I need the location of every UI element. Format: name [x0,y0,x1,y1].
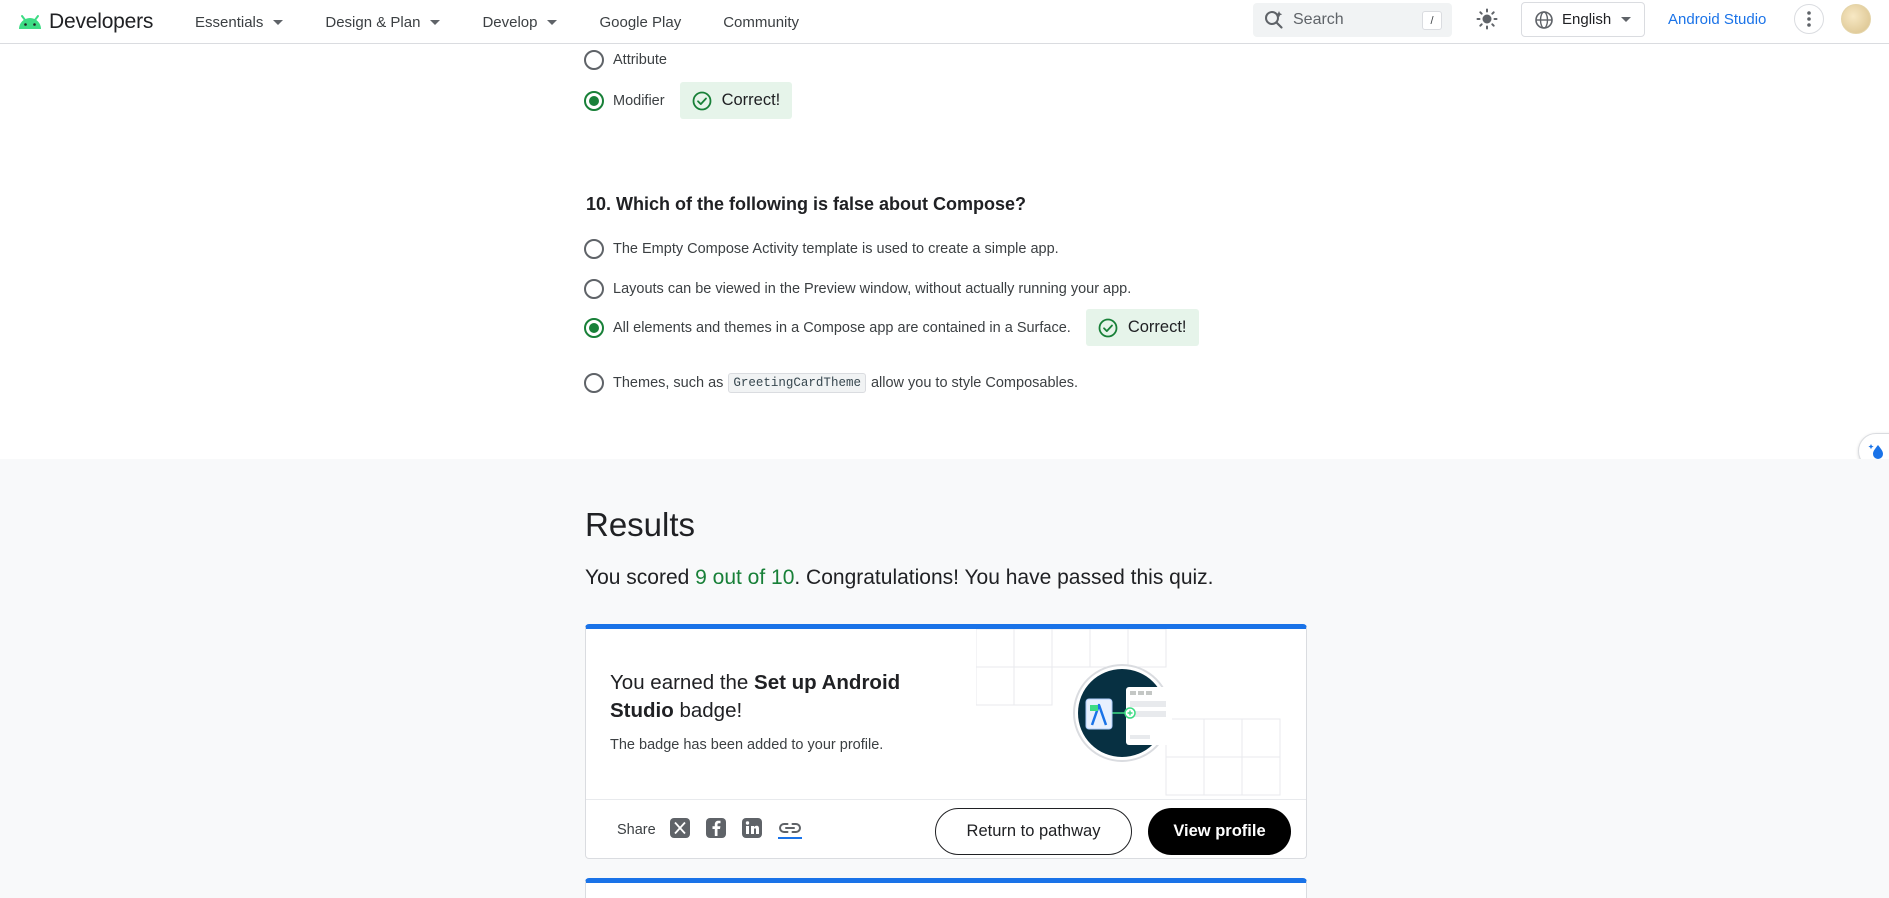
option-label: The Empty Compose Activity template is u… [613,241,1059,257]
language-selector[interactable]: English [1521,2,1645,37]
correct-feedback: Correct! [679,82,793,119]
android-studio-link[interactable]: Android Studio [1668,11,1766,28]
feedback-text: Correct! [721,91,781,109]
nav-essentials-label: Essentials [195,13,264,31]
nav-develop-label: Develop [482,13,538,31]
sun-icon [1476,8,1498,30]
link-icon[interactable] [778,817,802,839]
correct-feedback: Correct! [1085,309,1199,346]
user-avatar[interactable] [1841,4,1871,34]
code-snippet: GreetingCardTheme [728,373,866,393]
option-1[interactable]: The Empty Compose Activity template is u… [584,239,1059,259]
option-label: Attribute [613,52,667,68]
option-attribute[interactable]: Attribute [584,50,667,70]
option-4[interactable]: Themes, such as GreetingCardTheme allow … [584,373,1078,393]
language-label: English [1562,11,1612,28]
question-text: Which of the following is false about Co… [616,194,1027,214]
nav-google-play-label: Google Play [599,13,682,31]
top-navigation-bar: Developers Essentials Design & Plan Deve… [0,0,1889,44]
question-title: 10. Which of the following is false abou… [586,194,1026,215]
view-profile-button[interactable]: View profile [1148,808,1291,855]
chevron-down-icon [1621,17,1632,22]
more-vert-icon [1807,11,1811,27]
globe-icon [1535,10,1553,29]
radio-button[interactable] [584,239,604,259]
earned-prefix: You earned the [610,671,755,694]
radio-button[interactable] [584,373,604,393]
badge-added-text: The badge has been added to your profile… [610,737,884,753]
check-circle-icon [1098,318,1118,337]
share-label: Share [617,822,656,838]
nav-community[interactable]: Community [723,0,799,44]
score-summary: You scored 9 out of 10. Congratulations!… [585,566,1214,590]
search-icon [1265,11,1283,29]
question-number: 10. [586,194,612,214]
nav-community-label: Community [723,13,800,31]
badge-card-footer: Share Return to pathway View profile [586,799,1306,858]
score-suffix: . Congratulations! You have passed this … [794,566,1214,589]
badge-earned-text: You earned the Set up Android Studio bad… [610,669,910,725]
more-options-button[interactable] [1794,4,1824,34]
nav-essentials[interactable]: Essentials [195,0,284,44]
score-prefix: You scored [585,566,696,589]
results-title: Results [585,506,696,543]
option-modifier[interactable]: Modifier Correct! [584,82,793,119]
radio-button[interactable] [584,50,604,70]
option-2[interactable]: Layouts can be viewed in the Preview win… [584,279,1131,299]
chevron-down-icon [430,19,441,25]
android-logo-icon [19,15,41,29]
main-nav: Essentials Design & Plan Develop Google … [195,0,841,44]
score-value: 9 out of 10 [695,566,795,589]
nav-design-plan-label: Design & Plan [325,13,421,31]
search-box[interactable]: / [1253,3,1452,37]
nav-design-plan[interactable]: Design & Plan [325,0,441,44]
radio-button-selected[interactable] [584,317,604,338]
nav-google-play[interactable]: Google Play [599,0,681,44]
android-studio-badge-icon [1073,664,1172,762]
logo-text: Developers [49,10,154,33]
option-label: All elements and themes in a Compose app… [613,319,1071,336]
earned-suffix: badge! [673,699,743,722]
theme-toggle-button[interactable] [1472,4,1502,34]
radio-button[interactable] [584,279,604,299]
search-shortcut-key: / [1422,11,1442,30]
nav-develop[interactable]: Develop [482,0,558,44]
option-label-after: allow you to style Composables. [870,375,1079,391]
option-label: Layouts can be viewed in the Preview win… [613,281,1132,297]
radio-button-selected[interactable] [584,90,604,111]
check-circle-icon [692,91,711,110]
linkedin-icon[interactable] [741,817,763,839]
option-3[interactable]: All elements and themes in a Compose app… [584,309,1199,346]
chevron-down-icon [273,19,284,25]
facebook-icon[interactable] [705,817,727,839]
option-label-before: Themes, such as [613,375,724,391]
feedback-text: Correct! [1127,318,1187,336]
option-label: Modifier [613,92,665,109]
badge-card: You earned the Set up Android Studio bad… [585,624,1307,859]
chevron-down-icon [547,19,558,25]
next-card [585,878,1307,898]
developers-logo[interactable]: Developers [17,7,153,37]
return-to-pathway-button[interactable]: Return to pathway [935,808,1132,855]
search-input[interactable] [1293,11,1413,29]
x-icon[interactable] [669,817,691,839]
